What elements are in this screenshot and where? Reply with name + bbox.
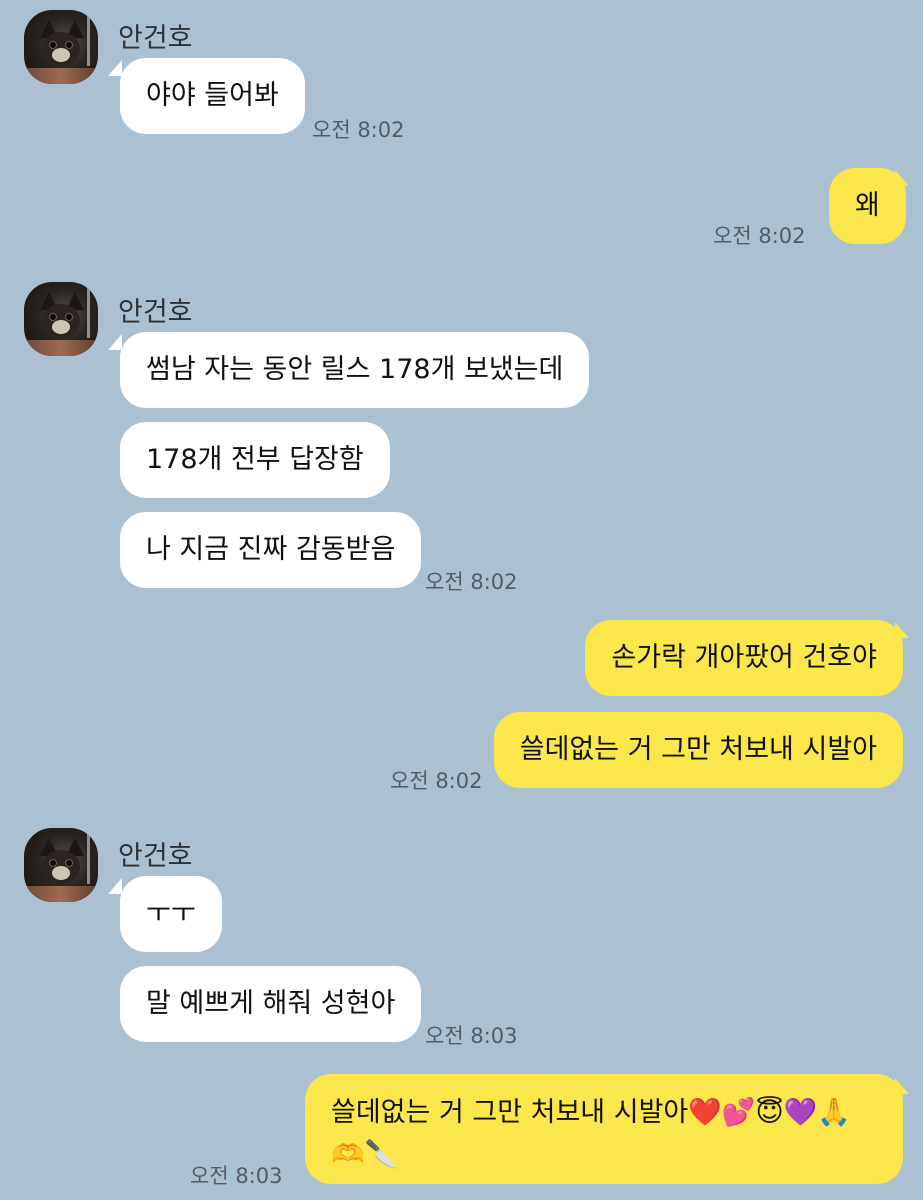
sender-name: 안건호	[118, 841, 193, 872]
message-bubble[interactable]: 쓸데없는 거 그만 처보내 시발아	[493, 712, 903, 788]
message-bubble[interactable]: 말 예쁘게 해줘 성현아	[120, 966, 422, 1042]
message-time: 오전 8:02	[390, 769, 483, 793]
message-time: 오전 8:02	[425, 570, 518, 594]
avatar[interactable]	[24, 828, 98, 902]
sender-name: 안건호	[118, 297, 193, 328]
bubble-tail	[108, 334, 122, 350]
message-bubble[interactable]: 나 지금 진짜 감동받음	[120, 512, 422, 588]
message-bubble[interactable]: 178개 전부 답장함	[120, 422, 390, 498]
sender-name: 안건호	[118, 23, 193, 54]
message-time: 오전 8:02	[713, 224, 806, 248]
message-bubble[interactable]: 손가락 개아팠어 건호야	[585, 620, 903, 696]
message-bubble[interactable]: 왜	[829, 168, 906, 244]
message-bubble[interactable]: 쓸데없는 거 그만 처보내 시발아❤️💕😇💜🙏 🫶🔪	[305, 1074, 903, 1184]
avatar[interactable]	[24, 282, 98, 356]
message-time: 오전 8:03	[425, 1024, 518, 1048]
message-bubble[interactable]: ㅜㅜ	[120, 876, 222, 952]
message-time: 오전 8:03	[190, 1164, 283, 1188]
message-time: 오전 8:02	[312, 118, 405, 142]
message-line: 🫶🔪	[331, 1139, 399, 1170]
bubble-tail	[108, 60, 122, 76]
avatar[interactable]	[24, 10, 98, 84]
bubble-tail	[108, 878, 122, 894]
message-bubble[interactable]: 썸남 자는 동안 릴스 178개 보냈는데	[120, 332, 590, 408]
message-bubble[interactable]: 야야 들어봐	[120, 58, 305, 134]
message-line: 쓸데없는 거 그만 처보내 시발아❤️💕😇💜🙏	[331, 1097, 851, 1128]
